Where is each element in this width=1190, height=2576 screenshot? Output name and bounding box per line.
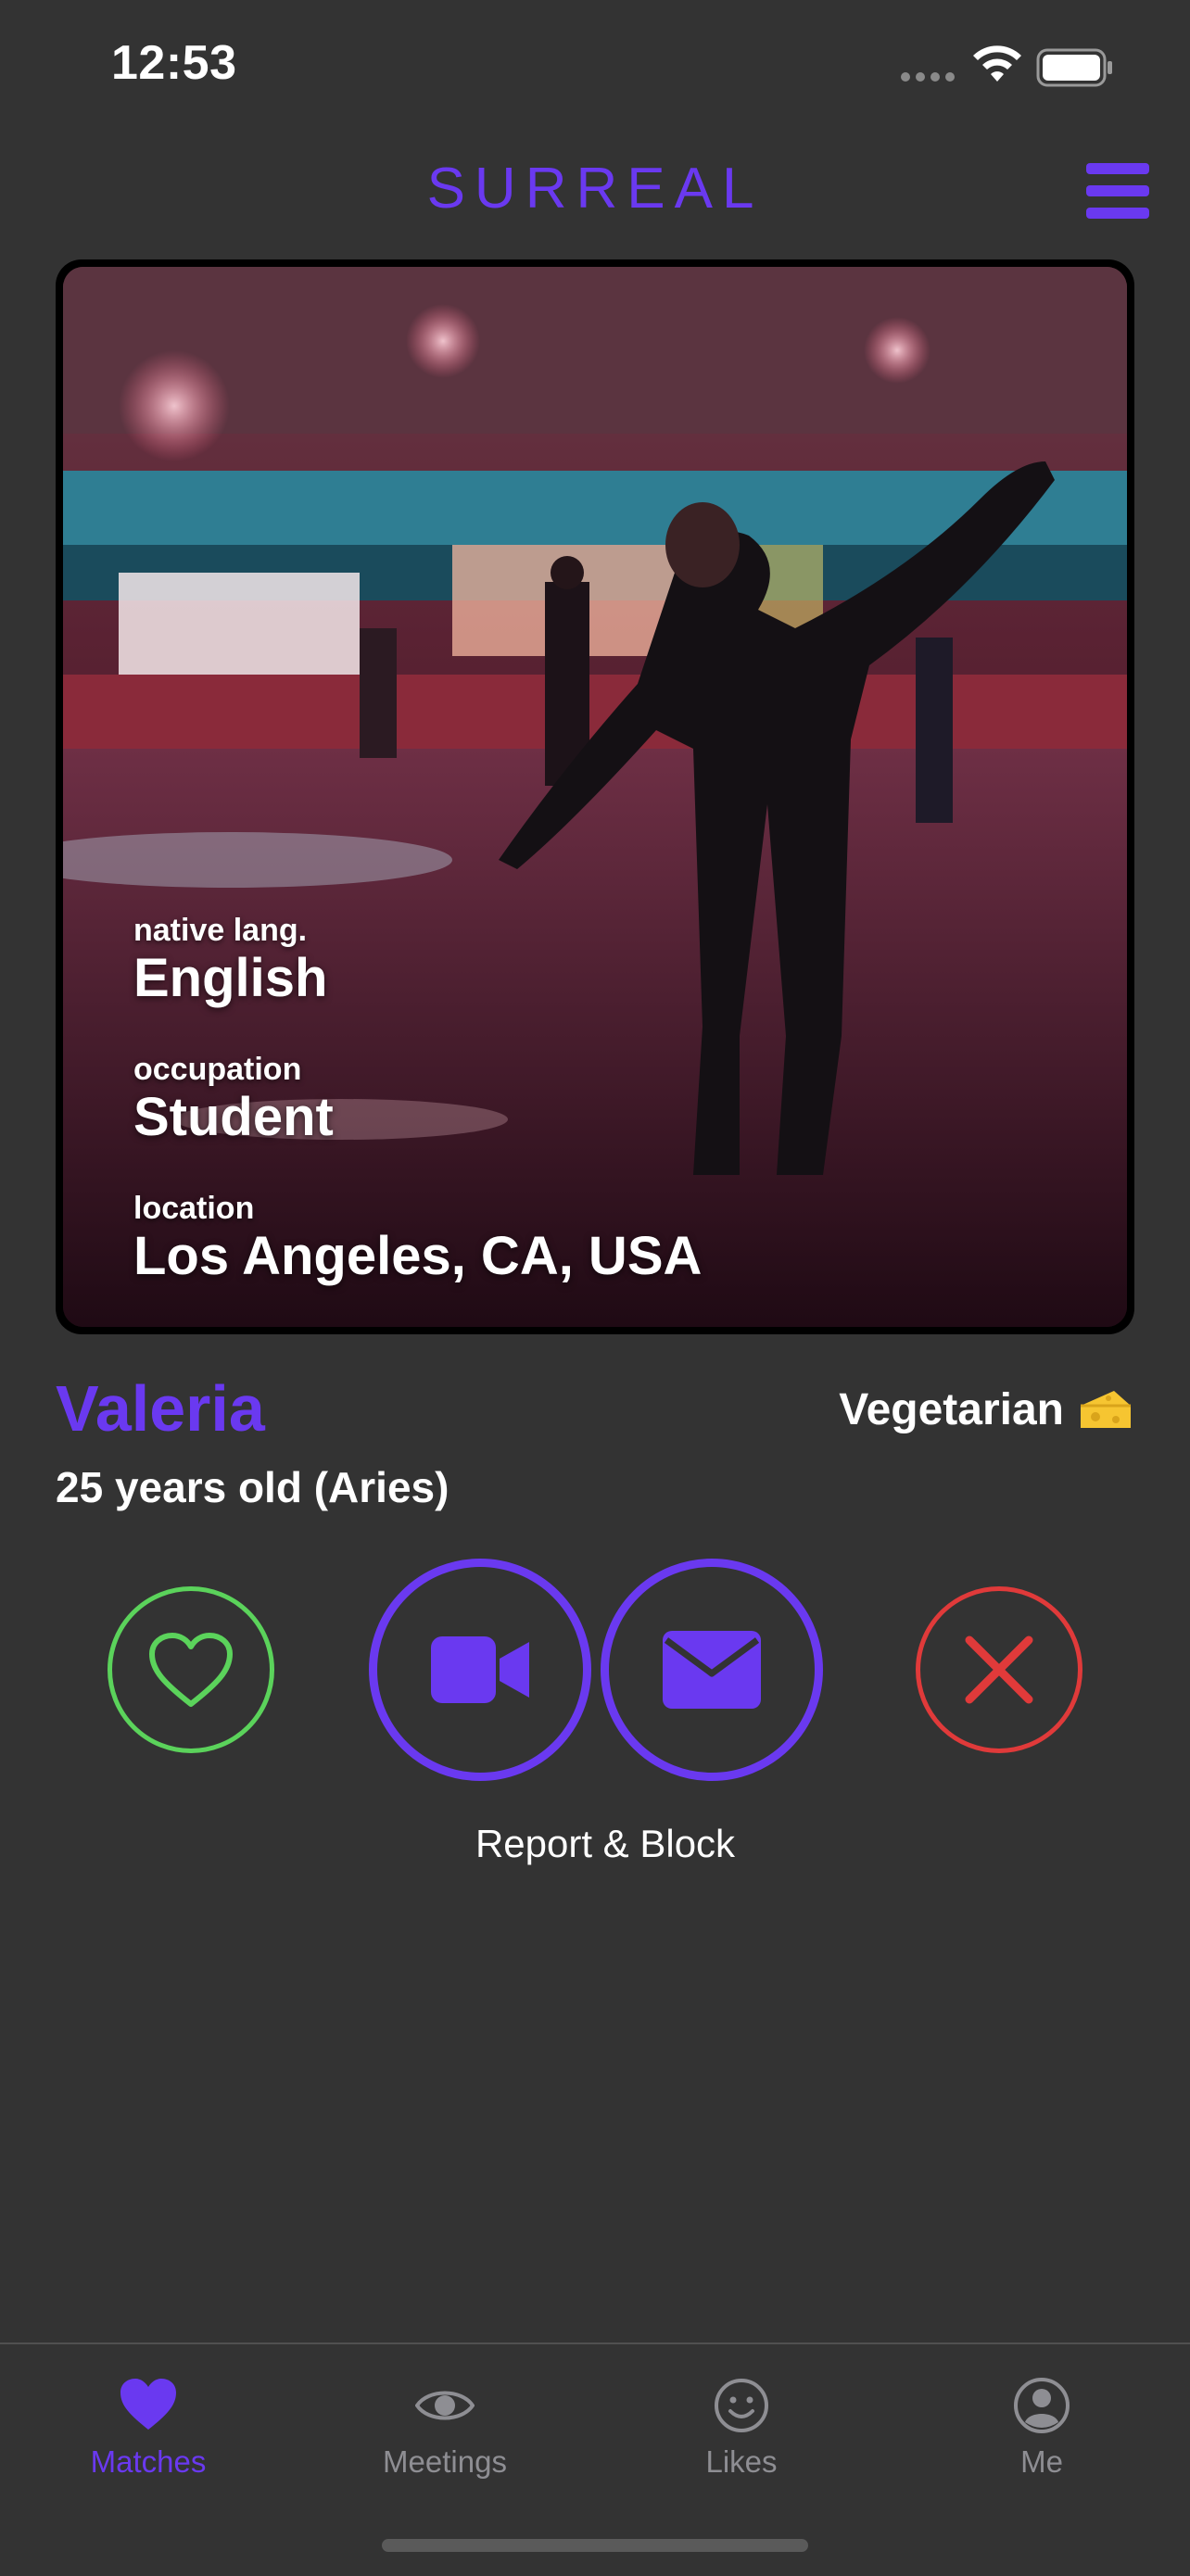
profile-name: Valeria [56, 1372, 265, 1445]
detail-value: Los Angeles, CA, USA [133, 1226, 703, 1286]
tab-matches[interactable]: Matches [0, 2363, 297, 2502]
tab-label: Meetings [383, 2444, 507, 2479]
battery-icon [1036, 48, 1112, 87]
status-time: 12:53 [111, 36, 237, 90]
tab-likes[interactable]: Likes [593, 2363, 890, 2502]
video-camera-icon [431, 1636, 529, 1703]
eye-icon [415, 2391, 475, 2420]
tab-label: Matches [90, 2444, 207, 2479]
tab-label: Likes [705, 2444, 778, 2479]
report-block-link[interactable]: Report & Block [0, 1822, 1190, 1866]
heart-outline-icon [149, 1633, 233, 1707]
profile-age: 25 years old (Aries) [56, 1463, 449, 1511]
tab-meetings[interactable]: Meetings [297, 2363, 593, 2502]
detail-label: native lang. [133, 913, 308, 948]
heart-icon [120, 2379, 176, 2430]
cellular-signal-icon [901, 72, 956, 83]
detail-label: occupation [133, 1052, 302, 1087]
status-bar: 12:53 [0, 0, 1190, 139]
tab-me[interactable]: Me [893, 2363, 1190, 2502]
close-icon [965, 1635, 1033, 1704]
diet-label: Vegetarian [839, 1385, 1064, 1434]
like-button[interactable] [108, 1586, 274, 1753]
message-button[interactable] [601, 1559, 823, 1781]
detail-value: Student [133, 1087, 334, 1147]
detail-value: English [133, 948, 328, 1008]
detail-occupation: occupation Student [133, 1051, 968, 1147]
app-title: SURREAL [426, 157, 764, 221]
detail-label: location [133, 1191, 255, 1226]
dismiss-button[interactable] [916, 1586, 1082, 1753]
smiley-icon [715, 2379, 768, 2432]
tab-label: Me [1020, 2444, 1063, 2479]
wifi-icon [973, 45, 1021, 82]
video-call-button[interactable] [369, 1559, 591, 1781]
detail-native-language: native lang. English [133, 912, 968, 1008]
home-indicator [382, 2539, 808, 2552]
envelope-icon [663, 1631, 761, 1709]
detail-location: location Los Angeles, CA, USA [133, 1190, 968, 1286]
cheese-icon [1081, 1390, 1131, 1428]
profile-photo [63, 267, 1127, 1327]
diet-tag: Vegetarian [839, 1384, 1134, 1435]
profile-photo-card[interactable]: native lang. English occupation Student … [56, 259, 1134, 1334]
person-circle-icon [1014, 2378, 1070, 2433]
menu-button[interactable] [1086, 163, 1149, 219]
